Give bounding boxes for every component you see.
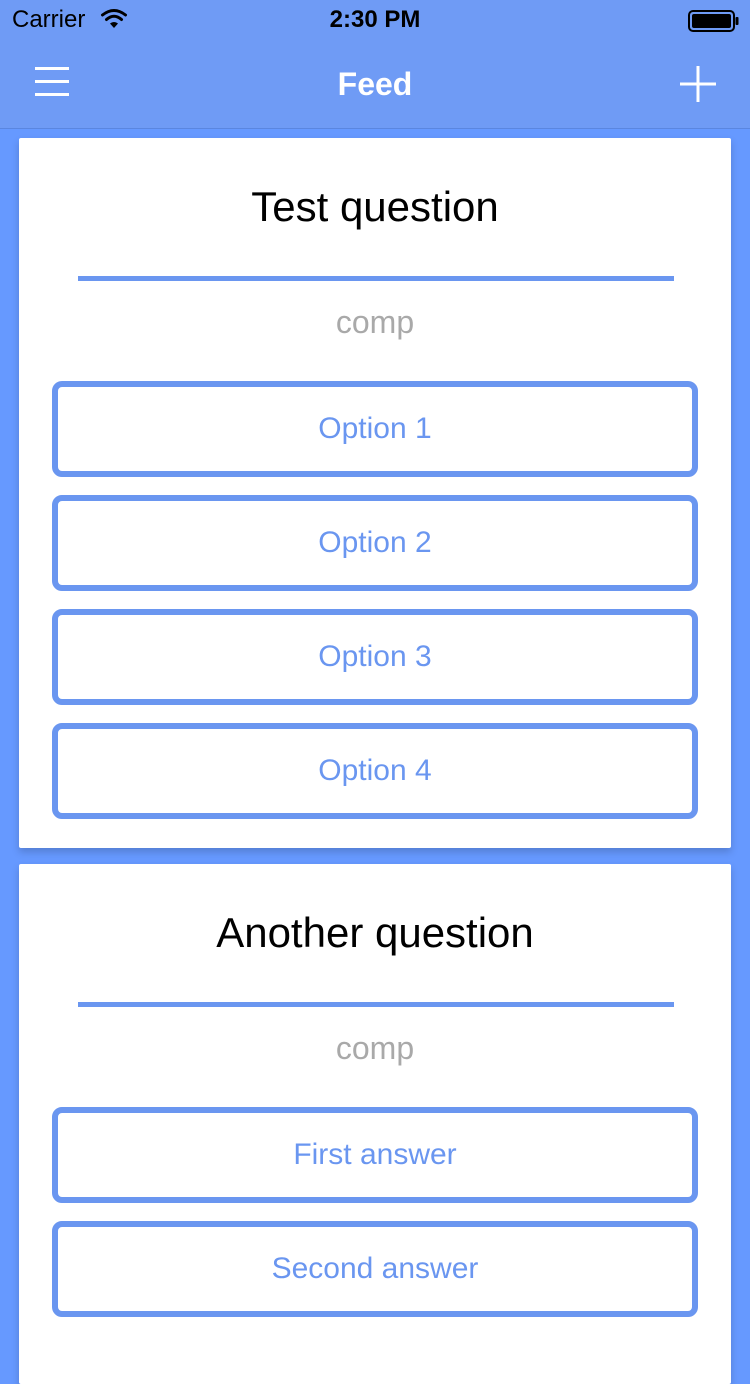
nav-bar: Feed [0,40,750,129]
question-subtitle: comp [335,304,415,340]
option-button[interactable]: First answer [52,1107,698,1203]
option-button[interactable]: Option 3 [52,609,698,705]
option-button[interactable]: Option 1 [52,381,698,477]
plus-icon[interactable] [672,58,724,110]
option-button[interactable]: Option 4 [52,723,698,819]
title-divider [78,1002,674,1007]
question-card: Test question comp Option 1 Option 2 Opt… [19,138,731,848]
option-button[interactable]: Option 2 [52,495,698,591]
status-bar: Carrier 2:30 PM [0,0,750,40]
question-title: Test question [251,183,499,230]
page-title: Feed [337,66,413,102]
battery-icon [688,10,739,32]
question-subtitle: comp [335,1030,415,1066]
option-button[interactable]: Second answer [52,1221,698,1317]
question-card: Another question comp First answer Secon… [19,864,731,1384]
title-divider [78,276,674,281]
question-title: Another question [216,909,534,956]
status-time: 2:30 PM [329,6,421,33]
